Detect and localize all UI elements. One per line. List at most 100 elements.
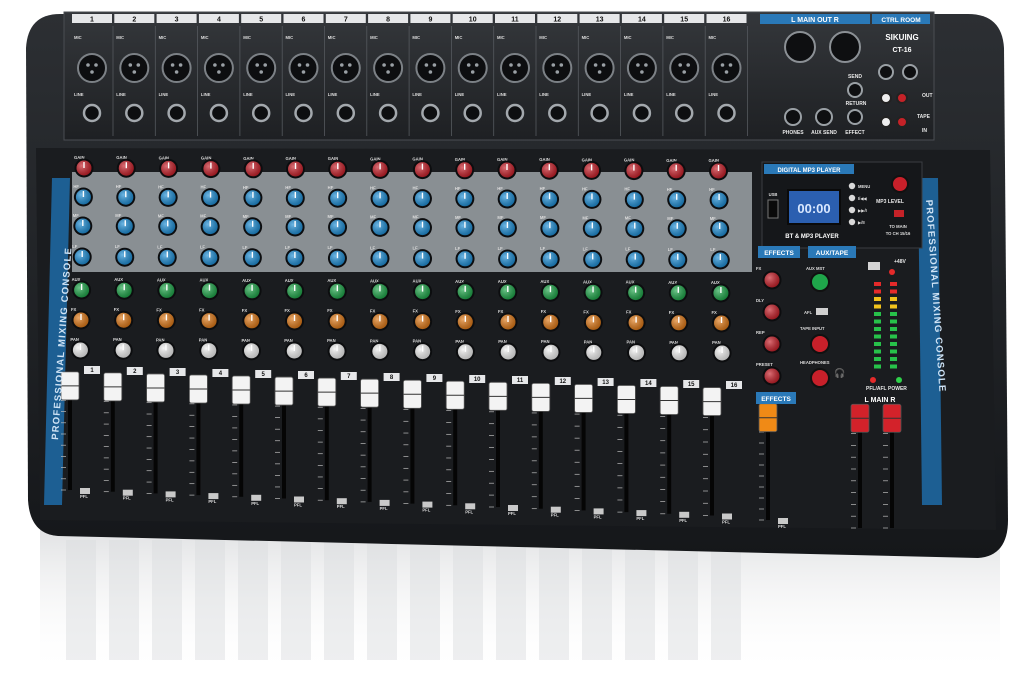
pfl-button[interactable] [508, 505, 518, 511]
xlr-pin [720, 63, 725, 67]
pfl-button[interactable] [778, 518, 788, 524]
tape-input-knob[interactable] [810, 334, 830, 354]
pfl-button[interactable] [251, 494, 262, 501]
xlr-input-jack[interactable] [246, 53, 277, 83]
mic-label: MIC [116, 35, 124, 40]
xlr-input-jack[interactable] [203, 53, 234, 83]
next-button[interactable] [848, 206, 856, 214]
xlr-input-jack[interactable] [626, 53, 657, 83]
pfl-button[interactable] [294, 496, 304, 503]
reflection-strip [281, 540, 311, 660]
line-input-jack[interactable] [125, 103, 144, 123]
knob-label: MF [243, 214, 249, 219]
rca-in-l-white[interactable] [880, 116, 892, 128]
xlr-input-jack[interactable] [330, 53, 361, 83]
xlr-input-jack[interactable] [457, 53, 488, 83]
knob-label: MF [540, 215, 546, 220]
pfl-button[interactable] [379, 499, 390, 506]
effects-knob-label: REP [756, 330, 765, 335]
aux-send-jack[interactable] [815, 108, 833, 126]
line-input-jack[interactable] [294, 103, 313, 123]
line-input-jack[interactable] [421, 103, 440, 123]
fader-channel-number: 16 [731, 383, 738, 389]
channel-number: 1 [90, 17, 94, 24]
line-input-jack[interactable] [590, 103, 609, 123]
xlr-input-jack[interactable] [119, 53, 150, 83]
headphones-knob[interactable] [810, 368, 830, 388]
xlr-input-jack[interactable] [711, 53, 742, 83]
pfl-button[interactable] [465, 503, 476, 510]
line-input-jack[interactable] [167, 103, 186, 123]
xlr-pin [348, 63, 352, 67]
pfl-button[interactable] [336, 498, 347, 505]
reflection-strip [367, 540, 397, 660]
pfl-button[interactable] [722, 513, 732, 520]
aux-mst-label: AUX MST [806, 266, 825, 271]
line-input-jack[interactable] [717, 103, 736, 123]
xlr-input-jack[interactable] [373, 53, 404, 83]
to-main-switch[interactable] [894, 210, 904, 217]
pfl-button[interactable] [208, 493, 219, 500]
line-input-jack[interactable] [336, 103, 356, 123]
phones-jack[interactable] [784, 108, 802, 126]
mp3-level-knob[interactable] [891, 175, 909, 193]
xlr-input-jack[interactable] [542, 53, 573, 83]
xlr-pin [432, 63, 437, 67]
usb-label: USB [769, 192, 778, 197]
pfl-button[interactable] [636, 510, 647, 517]
rca-out-l-white[interactable] [880, 92, 892, 104]
main-out-xlr-right[interactable] [829, 31, 861, 63]
pfl-button[interactable] [165, 491, 176, 498]
xlr-input-jack[interactable] [415, 53, 446, 83]
line-input-jack[interactable] [82, 103, 102, 123]
mic-label: MIC [666, 35, 674, 40]
knob-label: HF [624, 187, 630, 192]
xlr-input-jack[interactable] [500, 53, 530, 83]
xlr-input-jack[interactable] [669, 53, 700, 83]
rca-in-r-red[interactable] [896, 116, 908, 128]
line-input-jack[interactable] [548, 103, 567, 123]
line-input-jack[interactable] [251, 103, 271, 123]
knob-label: HF [455, 186, 461, 191]
xlr-pin [593, 63, 598, 67]
effect-send-jack[interactable] [847, 82, 863, 98]
xlr-pin [517, 63, 521, 67]
play-pause-button[interactable] [848, 218, 856, 226]
line-input-jack[interactable] [378, 103, 398, 123]
phantom-button[interactable] [868, 262, 880, 270]
line-input-jack[interactable] [674, 103, 694, 123]
knob-label: HF [497, 186, 503, 191]
line-input-jack[interactable] [632, 103, 652, 123]
pfl-button[interactable] [679, 511, 690, 518]
channel-number: 14 [638, 17, 646, 24]
xlr-input-jack[interactable] [161, 53, 192, 83]
mic-label: MIC [201, 35, 209, 40]
pfl-button[interactable] [80, 488, 90, 494]
ctrl-room-jack-l[interactable] [878, 64, 894, 80]
xlr-input-jack[interactable] [584, 53, 615, 83]
usb-port[interactable] [767, 199, 779, 219]
line-input-jack[interactable] [505, 103, 525, 123]
pfl-button[interactable] [422, 501, 433, 508]
xlr-pin [170, 63, 175, 67]
line-input-jack[interactable] [209, 103, 229, 123]
xlr-pin [724, 70, 729, 74]
rca-out-r-red[interactable] [896, 92, 908, 104]
knob-label: HF [709, 187, 715, 192]
xlr-input-jack[interactable] [77, 53, 107, 83]
menu-button[interactable] [848, 182, 856, 190]
effect-return-jack[interactable] [847, 109, 863, 125]
xlr-input-jack[interactable] [288, 53, 319, 83]
xlr-pin [221, 63, 225, 67]
main-out-xlr-left[interactable] [784, 31, 816, 63]
pfl-button[interactable] [122, 489, 133, 496]
ctrl-room-jack-r[interactable] [902, 64, 918, 80]
aux-master-knob[interactable] [810, 272, 830, 292]
line-input-jack[interactable] [463, 103, 482, 123]
pfl-button[interactable] [593, 508, 604, 515]
prev-button[interactable] [848, 194, 856, 202]
pfl-button[interactable] [550, 506, 561, 513]
afl-button[interactable] [816, 308, 828, 315]
pfl-label: PFL [208, 499, 216, 504]
mixer-photo: 1 2 3 4 5 6 7 8 9 10 11 12 13 14 15 16 MICLINEMICLINEMI… [26, 11, 1008, 676]
